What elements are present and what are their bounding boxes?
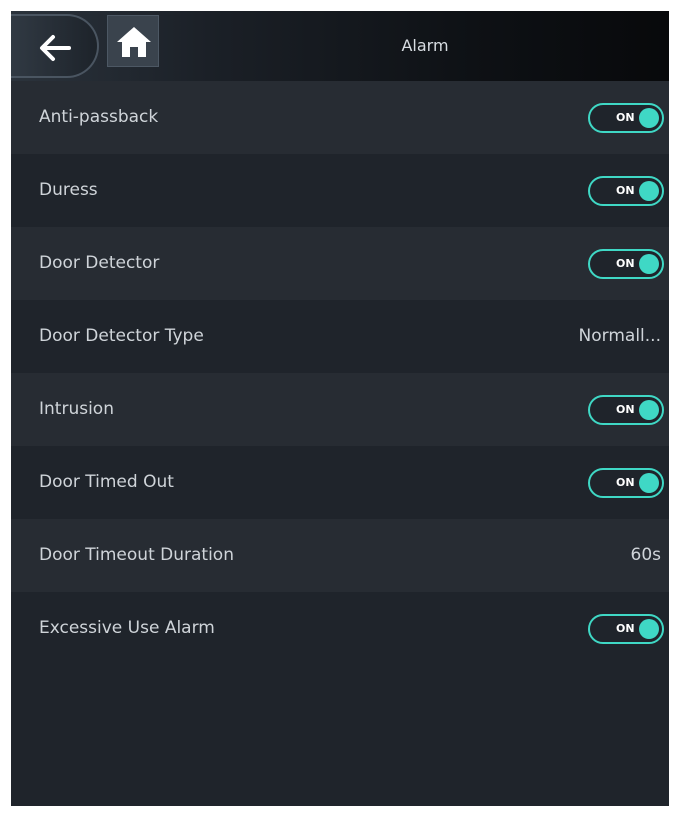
door-timeout-duration-value: 60s [630,545,662,565]
setting-row-intrusion[interactable]: Intrusion ON [11,373,669,446]
toggle-knob [639,473,659,493]
home-button[interactable] [107,15,159,67]
setting-label: Door Timeout Duration [39,545,234,565]
setting-label: Excessive Use Alarm [39,618,215,638]
setting-row-door-detector-type[interactable]: Door Detector Type Normall... [11,300,669,373]
alarm-screen: Alarm Anti-passback ON Duress ON Door De… [11,11,669,806]
setting-row-duress[interactable]: Duress ON [11,154,669,227]
anti-passback-toggle[interactable]: ON [588,103,664,133]
toggle-knob [639,400,659,420]
toggle-state-label: ON [616,622,635,635]
setting-label: Intrusion [39,399,114,419]
setting-row-excessive-use-alarm[interactable]: Excessive Use Alarm ON [11,592,669,665]
setting-row-door-timeout-duration[interactable]: Door Timeout Duration 60s [11,519,669,592]
toggle-state-label: ON [616,184,635,197]
toggle-state-label: ON [616,476,635,489]
door-detector-toggle[interactable]: ON [588,249,664,279]
setting-label: Door Timed Out [39,472,174,492]
toggle-state-label: ON [616,403,635,416]
toggle-knob [639,108,659,128]
toggle-knob [639,254,659,274]
home-icon [117,27,151,57]
arrow-left-icon [40,35,71,61]
settings-list: Anti-passback ON Duress ON Door Detector… [11,81,669,665]
setting-row-anti-passback[interactable]: Anti-passback ON [11,81,669,154]
toggle-knob [639,181,659,201]
toggle-knob [639,619,659,639]
duress-toggle[interactable]: ON [588,176,664,206]
door-timed-out-toggle[interactable]: ON [588,468,664,498]
setting-row-door-timed-out[interactable]: Door Timed Out ON [11,446,669,519]
door-detector-type-value: Normall... [578,326,661,346]
back-button[interactable] [11,14,99,78]
setting-label: Anti-passback [39,107,159,127]
header-bar: Alarm [11,11,669,81]
setting-label: Door Detector [39,253,160,273]
setting-label: Duress [39,180,98,200]
excessive-use-alarm-toggle[interactable]: ON [588,614,664,644]
intrusion-toggle[interactable]: ON [588,395,664,425]
toggle-state-label: ON [616,111,635,124]
setting-row-door-detector[interactable]: Door Detector ON [11,227,669,300]
setting-label: Door Detector Type [39,326,204,346]
toggle-state-label: ON [616,257,635,270]
